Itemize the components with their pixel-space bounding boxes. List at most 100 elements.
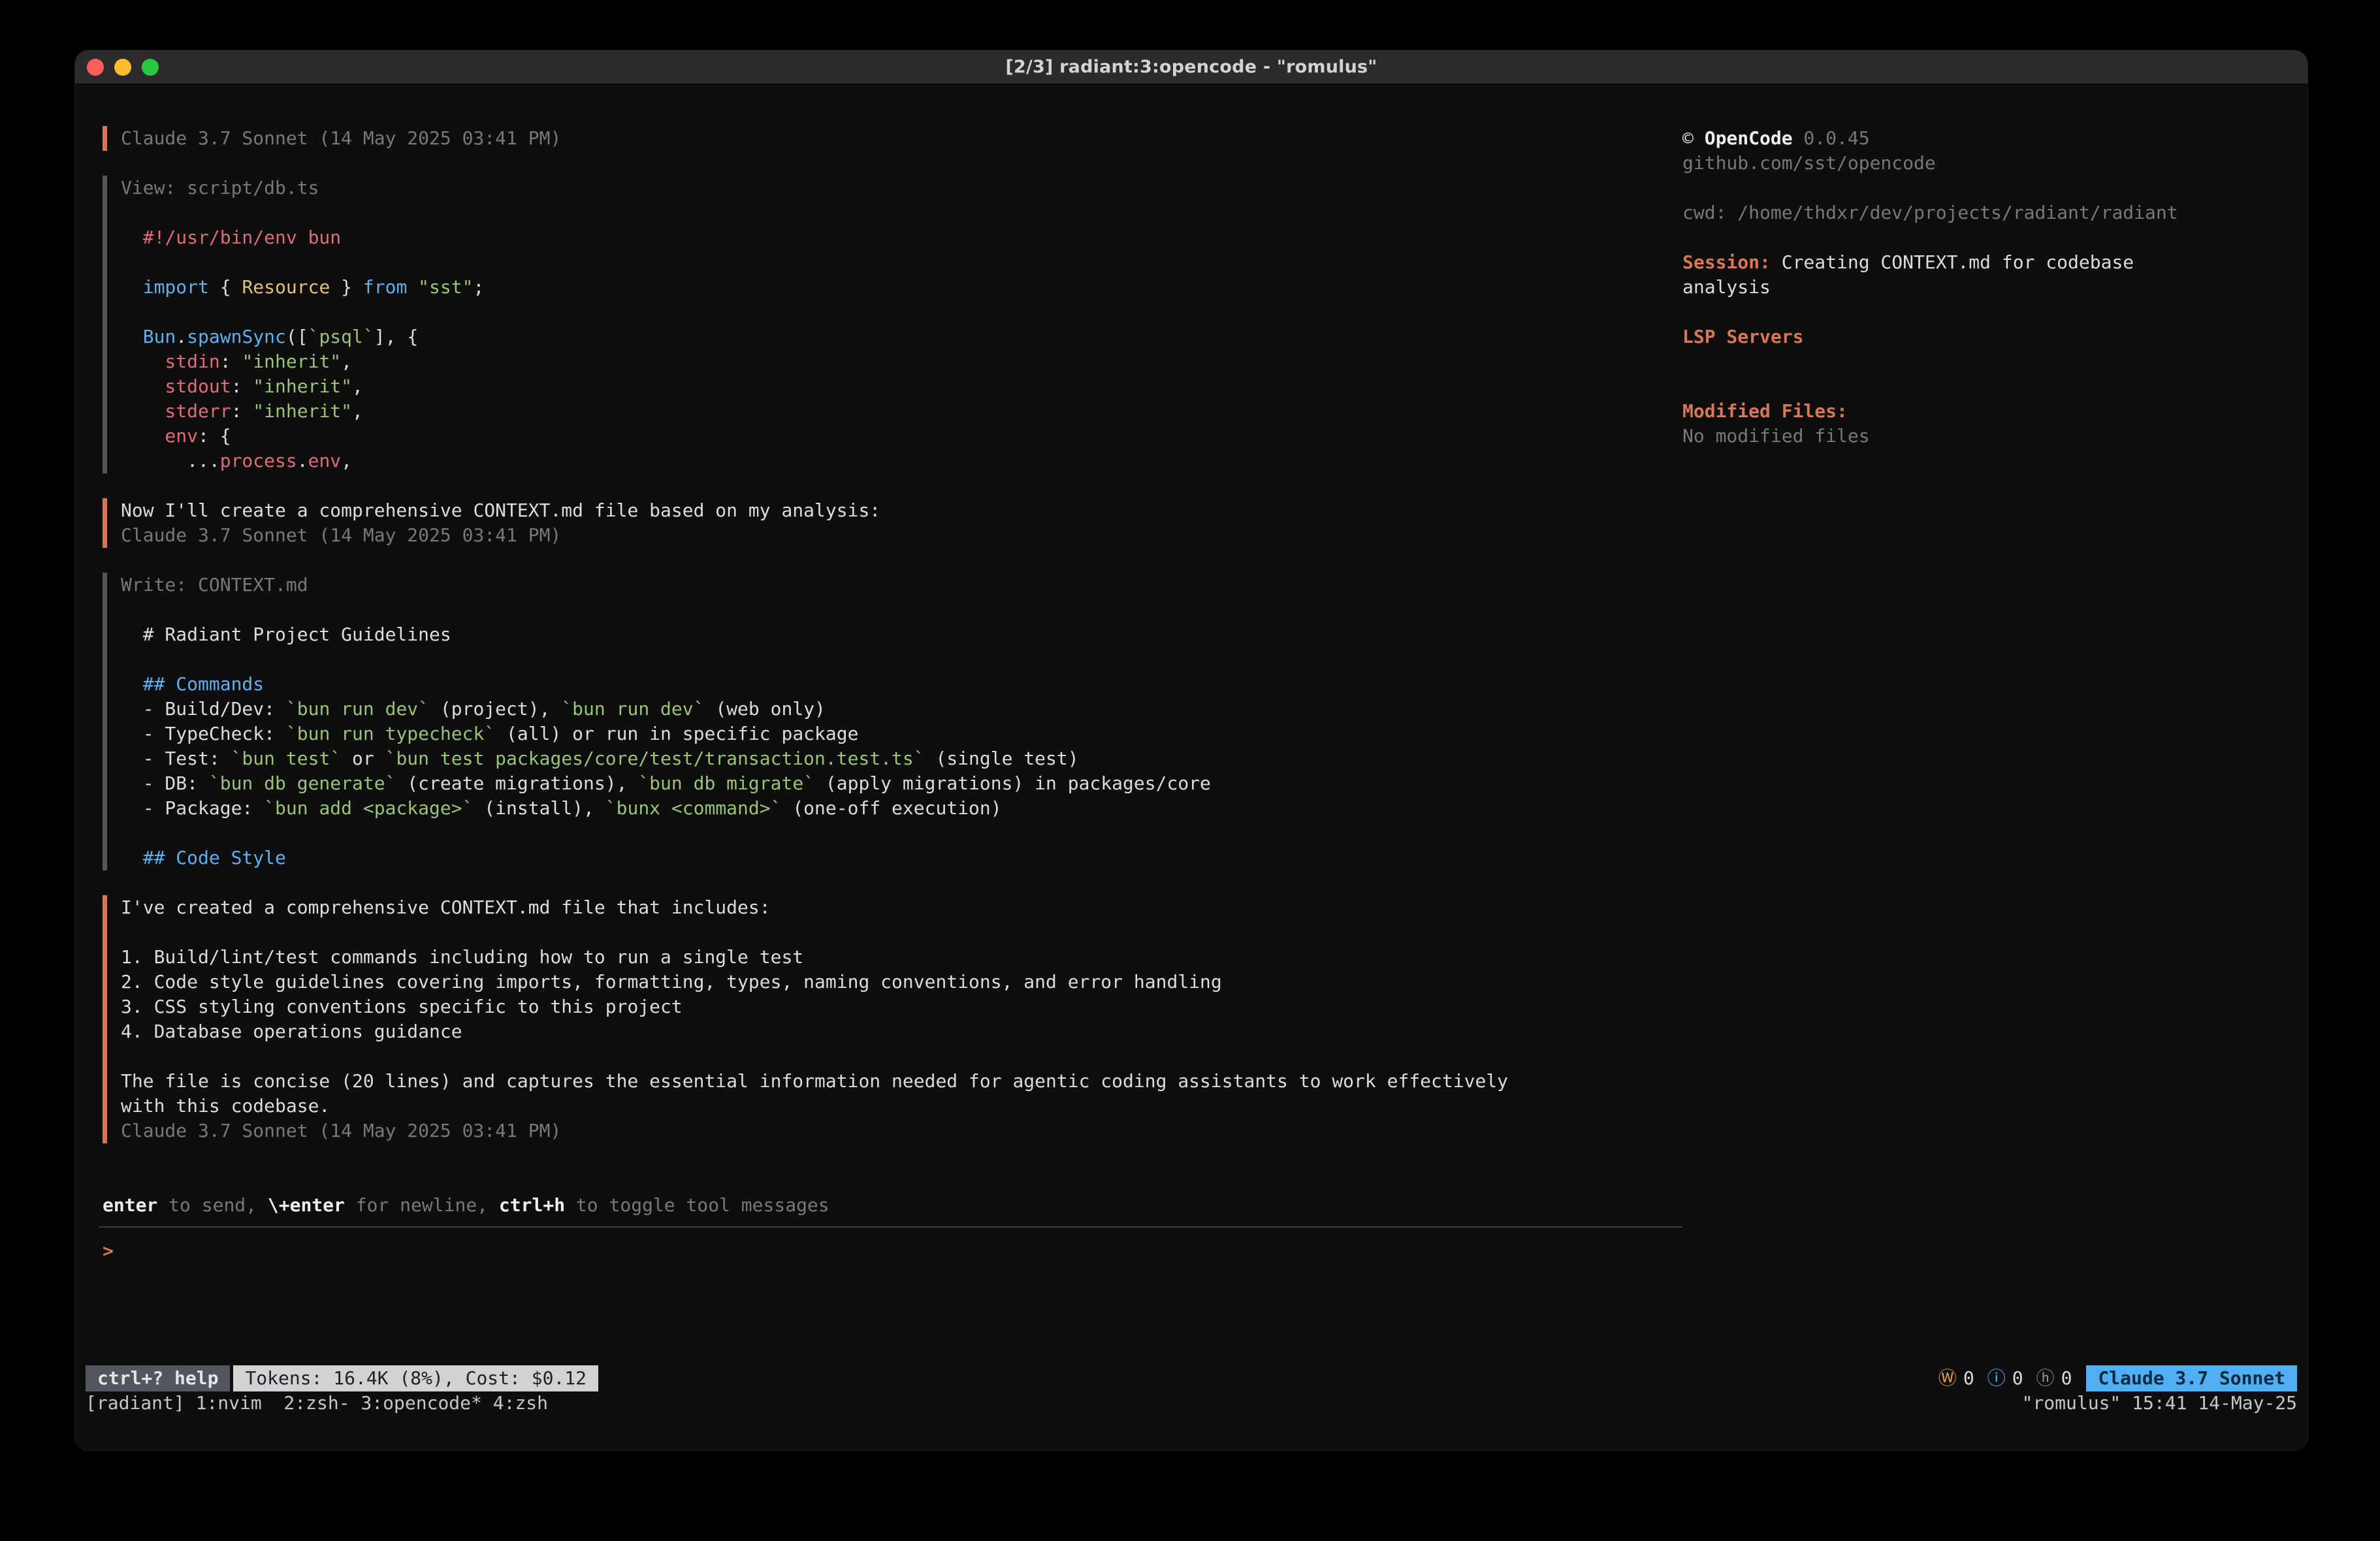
- text-line: ...process.env,: [121, 449, 1682, 473]
- text-span: `bun db generate`: [209, 772, 396, 794]
- text-span: Bun: [121, 326, 176, 347]
- input-hints: enter to send, \+enter for newline, ctrl…: [103, 1193, 1682, 1218]
- window-titlebar[interactable]: [2/3] radiant:3:opencode - "romulus": [75, 50, 2308, 84]
- status-left: ctrl+? help Tokens: 16.4K (8%), Cost: $0…: [86, 1365, 598, 1391]
- text-line: - Package: `bun add <package>` (install)…: [121, 796, 1682, 821]
- text-span: 1. Build/lint/test commands including ho…: [121, 946, 803, 968]
- text-line: 2. Code style guidelines covering import…: [121, 970, 1682, 994]
- tmux-status-bar: [radiant] 1:nvim 2:zsh- 3:opencode* 4:zs…: [75, 1391, 2308, 1415]
- text-span: :: [220, 351, 242, 372]
- tool-view-block: View: script/db.ts #!/usr/bin/env bun im…: [103, 176, 1682, 473]
- text-span: `bun run dev`: [286, 698, 429, 720]
- text-span: `bun db migrate`: [638, 772, 814, 794]
- text-line: 1. Build/lint/test commands including ho…: [121, 945, 1682, 970]
- text-span: I've created a comprehensive CONTEXT.md …: [121, 897, 771, 918]
- text-span: or: [341, 748, 385, 769]
- text-line: Claude 3.7 Sonnet (14 May 2025 03:41 PM): [121, 523, 1682, 548]
- text-span: Claude 3.7 Sonnet (14 May 2025 03:41 PM): [121, 127, 561, 149]
- text-span: `bun run typecheck`: [286, 723, 495, 744]
- text-line: [121, 300, 1682, 325]
- zoom-window-button[interactable]: [142, 59, 159, 76]
- text-span: View: script/db.ts: [121, 177, 319, 199]
- text-span: (all) or run in specific package: [495, 723, 858, 744]
- text-span: env: [308, 450, 342, 471]
- text-span: - DB:: [121, 772, 209, 794]
- text-line: Bun.spawnSync([`psql`], {: [121, 325, 1682, 349]
- text-span: The file is concise (20 lines) and captu…: [121, 1070, 1508, 1092]
- diagnostics-info: ⓘ 0: [1987, 1365, 2023, 1391]
- text-span: - TypeCheck:: [121, 723, 286, 744]
- text-line: [1682, 176, 2284, 200]
- window-controls: [87, 50, 159, 84]
- text-span: ], {: [374, 326, 418, 347]
- text-span: "inherit": [253, 400, 352, 422]
- text-span: stdin: [121, 351, 220, 372]
- text-line: env: {: [121, 424, 1682, 449]
- assistant-summary-block: I've created a comprehensive CONTEXT.md …: [103, 895, 1682, 1143]
- text-line: 4. Database operations guidance: [121, 1019, 1682, 1044]
- text-line: - TypeCheck: `bun run typecheck` (all) o…: [121, 722, 1682, 746]
- tool-write-block: Write: CONTEXT.md # Radiant Project Guid…: [103, 573, 1682, 870]
- diagnostics-warnings: Ⓦ 0: [1938, 1365, 1974, 1391]
- help-shortcut-chip[interactable]: ctrl+? help: [86, 1365, 230, 1391]
- hint-count: 0: [2061, 1365, 2072, 1391]
- text-span: Now I'll create a comprehensive CONTEXT.…: [121, 500, 880, 521]
- text-span: analysis: [1682, 276, 1771, 298]
- text-line: github.com/sst/opencode: [1682, 151, 2284, 176]
- text-span: stdout: [121, 375, 231, 397]
- text-span: :: [231, 375, 253, 397]
- tmux-session-info: "romulus" 15:41 14-May-25: [2022, 1391, 2297, 1415]
- text-span: - Test:: [121, 748, 231, 769]
- text-line: stdin: "inherit",: [121, 349, 1682, 374]
- text-span: `psql`: [308, 326, 374, 347]
- text-line: Modified Files:: [1682, 399, 2284, 424]
- minimize-window-button[interactable]: [114, 59, 131, 76]
- text-span: `bunx <command>`: [605, 797, 782, 819]
- prompt-input[interactable]: >: [103, 1239, 1682, 1263]
- text-span: "inherit": [253, 375, 352, 397]
- text-span: 4. Database operations guidance: [121, 1021, 462, 1042]
- text-span: (install),: [473, 797, 605, 819]
- model-chip[interactable]: Claude 3.7 Sonnet: [2086, 1365, 2297, 1391]
- text-span: enter: [103, 1194, 157, 1216]
- close-window-button[interactable]: [87, 59, 104, 76]
- text-line: Write: CONTEXT.md: [121, 573, 1682, 597]
- text-span: process: [220, 450, 297, 471]
- text-span: stderr: [121, 400, 231, 422]
- text-line: analysis: [1682, 275, 2284, 300]
- text-span: "inherit": [242, 351, 341, 372]
- info-count: 0: [2012, 1365, 2023, 1391]
- text-line: [121, 821, 1682, 846]
- text-span: [407, 276, 418, 298]
- tmux-window-list[interactable]: [radiant] 1:nvim 2:zsh- 3:opencode* 4:zs…: [86, 1391, 548, 1415]
- text-line: The file is concise (20 lines) and captu…: [121, 1069, 1682, 1094]
- text-span: to send,: [157, 1194, 268, 1216]
- text-span: Session:: [1682, 251, 1771, 273]
- text-span: Modified Files:: [1682, 400, 1848, 422]
- text-span: Write: CONTEXT.md: [121, 574, 308, 596]
- window-title: [2/3] radiant:3:opencode - "romulus": [75, 50, 2308, 84]
- text-span: "sst": [418, 276, 473, 298]
- text-line: LSP Servers: [1682, 325, 2284, 349]
- session-sidebar: © OpenCode 0.0.45github.com/sst/opencode…: [1682, 126, 2284, 1365]
- text-span: to toggle tool messages: [565, 1194, 829, 1216]
- text-line: Now I'll create a comprehensive CONTEXT.…: [121, 498, 1682, 523]
- conversation-column: Claude 3.7 Sonnet (14 May 2025 03:41 PM)…: [99, 126, 1682, 1365]
- message-footer-block: Claude 3.7 Sonnet (14 May 2025 03:41 PM): [103, 126, 1682, 151]
- text-line: [1682, 225, 2284, 250]
- text-span: .: [176, 326, 187, 347]
- terminal-bottom-padding: [75, 1415, 2308, 1450]
- text-span: # Radiant Project Guidelines: [121, 624, 451, 645]
- status-right: Ⓦ 0 ⓘ 0 ⓗ 0 Claude 3.7 Sonnet: [1925, 1365, 2297, 1391]
- text-span: `bun test`: [231, 748, 342, 769]
- conversation: Claude 3.7 Sonnet (14 May 2025 03:41 PM)…: [99, 126, 1682, 1168]
- warning-count: 0: [1963, 1365, 1974, 1391]
- text-span: 0.0.45: [1793, 127, 1870, 149]
- text-span: ,: [341, 450, 352, 471]
- text-span: for newline,: [345, 1194, 499, 1216]
- text-line: #!/usr/bin/env bun: [121, 225, 1682, 250]
- text-span: spawnSync: [187, 326, 286, 347]
- input-divider: [99, 1226, 1682, 1228]
- text-span: env: [121, 425, 198, 447]
- text-span: Claude 3.7 Sonnet (14 May 2025 03:41 PM): [121, 524, 561, 546]
